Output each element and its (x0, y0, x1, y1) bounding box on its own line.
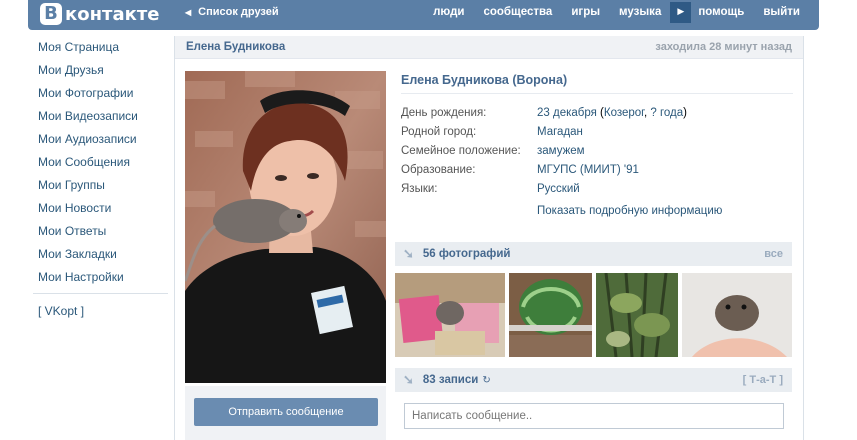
vk-logo[interactable]: B контакте (40, 2, 159, 26)
top-header: B контакте ◀ Список друзей люди сообщест… (28, 0, 819, 30)
info-row-education: Образование: МГУПС (МИИТ) '91 (401, 161, 793, 180)
zodiac-link[interactable]: Козерог (604, 107, 644, 119)
info-rows: День рождения: 23 декабря (Козерог, ? го… (401, 104, 793, 199)
menu-my-groups[interactable]: Мои Группы (28, 174, 168, 197)
status-label: Семейное положение: (401, 145, 521, 157)
menu-vkopt[interactable]: [ VKopt ] (28, 300, 168, 323)
photos-block-header[interactable]: ➘ 56 фотографий все (395, 242, 792, 266)
menu-divider (33, 293, 168, 294)
hometown-link[interactable]: Магадан (537, 123, 583, 142)
photo-strip (395, 273, 792, 357)
photos-count-title: 56 фотографий (422, 248, 511, 260)
info-row-languages: Языки: Русский (401, 180, 793, 199)
photo-thumb-image (682, 273, 792, 357)
photo-thumb[interactable] (596, 273, 678, 357)
education-link[interactable]: МГУПС (МИИТ) '91 (537, 161, 639, 180)
arrow-down-right-icon: ➘ (403, 372, 414, 387)
profile-header-name: Елена Будникова (186, 41, 286, 53)
nav-help[interactable]: помощь (698, 6, 744, 18)
top-nav: люди сообщества игры музыка ▶ помощь вый… (414, 0, 819, 24)
photo-thumb-image (509, 273, 592, 357)
info-row-hometown: Родной город: Магадан (401, 123, 793, 142)
menu-my-videos[interactable]: Мои Видеозаписи (28, 105, 168, 128)
wall-right-label[interactable]: [ Т-а-Т ] (743, 374, 783, 386)
profile-full-name: Елена Будникова (Ворона) (401, 72, 793, 94)
nav-exit[interactable]: выйти (763, 6, 800, 18)
wall-post-input[interactable]: Написать сообщение.. (404, 403, 784, 429)
left-menu: Моя Страница Мои Друзья Мои Фотографии М… (28, 36, 168, 323)
profile-photo[interactable] (185, 71, 386, 383)
wall-count-title: 83 записи (422, 374, 479, 386)
back-label: Список друзей (198, 6, 279, 18)
menu-my-settings[interactable]: Мои Настройки (28, 266, 168, 289)
profile-panel: Елена Будникова заходила 28 минут назад (174, 36, 804, 440)
more-arrow-icon[interactable]: ▶ (670, 1, 692, 23)
back-to-friends-link[interactable]: ◀ Список друзей (185, 0, 279, 24)
left-arrow-icon: ◀ (185, 7, 192, 17)
birthday-paren-close: ) (683, 107, 688, 119)
nav-games[interactable]: игры (571, 6, 600, 18)
refresh-icon[interactable]: ↻ (482, 375, 490, 386)
birthday-label: День рождения: (401, 107, 487, 119)
logo-mark: B (40, 3, 62, 25)
profile-header: Елена Будникова заходила 28 минут назад (175, 36, 803, 59)
menu-my-friends[interactable]: Мои Друзья (28, 59, 168, 82)
nav-people[interactable]: люди (433, 6, 464, 18)
menu-my-audio[interactable]: Мои Аудиозаписи (28, 128, 168, 151)
photo-thumb[interactable] (682, 273, 792, 357)
birthday-value: 23 декабря (Козерог, ? года) (537, 104, 687, 123)
menu-my-page[interactable]: Моя Страница (28, 36, 168, 59)
education-label: Образование: (401, 164, 476, 176)
info-row-birthday: День рождения: 23 декабря (Козерог, ? го… (401, 104, 793, 123)
status-link[interactable]: замужем (537, 142, 585, 161)
send-message-button[interactable]: Отправить сообщение (194, 398, 378, 426)
profile-info: Елена Будникова (Ворона) День рождения: … (401, 72, 793, 217)
wall-block-header[interactable]: ➘ 83 записи ↻ [ Т-а-Т ] (395, 368, 792, 392)
nav-communities[interactable]: сообщества (483, 6, 552, 18)
nav-music[interactable]: музыка (619, 6, 661, 18)
menu-my-messages[interactable]: Мои Сообщения (28, 151, 168, 174)
logo-text: контакте (65, 3, 160, 25)
photo-thumb-image (596, 273, 678, 357)
menu-my-bookmarks[interactable]: Мои Закладки (28, 243, 168, 266)
birthday-date-link[interactable]: 23 декабря (537, 107, 597, 119)
show-more-info-link[interactable]: Показать подробную информацию (537, 205, 793, 217)
info-row-status: Семейное положение: замужем (401, 142, 793, 161)
birth-year-link[interactable]: ? года (650, 107, 683, 119)
hometown-label: Родной город: (401, 126, 477, 138)
photo-thumb[interactable] (509, 273, 592, 357)
photo-thumb-image (395, 273, 505, 357)
languages-link[interactable]: Русский (537, 180, 580, 199)
photos-all-link[interactable]: все (764, 248, 783, 260)
last-seen-status: заходила 28 минут назад (655, 41, 792, 53)
arrow-down-right-icon: ➘ (403, 246, 414, 261)
menu-my-news[interactable]: Мои Новости (28, 197, 168, 220)
languages-label: Языки: (401, 183, 438, 195)
profile-photo-image (185, 71, 386, 383)
birthday-paren-open: ( (596, 107, 604, 119)
menu-my-answers[interactable]: Мои Ответы (28, 220, 168, 243)
photo-thumb[interactable] (395, 273, 505, 357)
menu-my-photos[interactable]: Мои Фотографии (28, 82, 168, 105)
